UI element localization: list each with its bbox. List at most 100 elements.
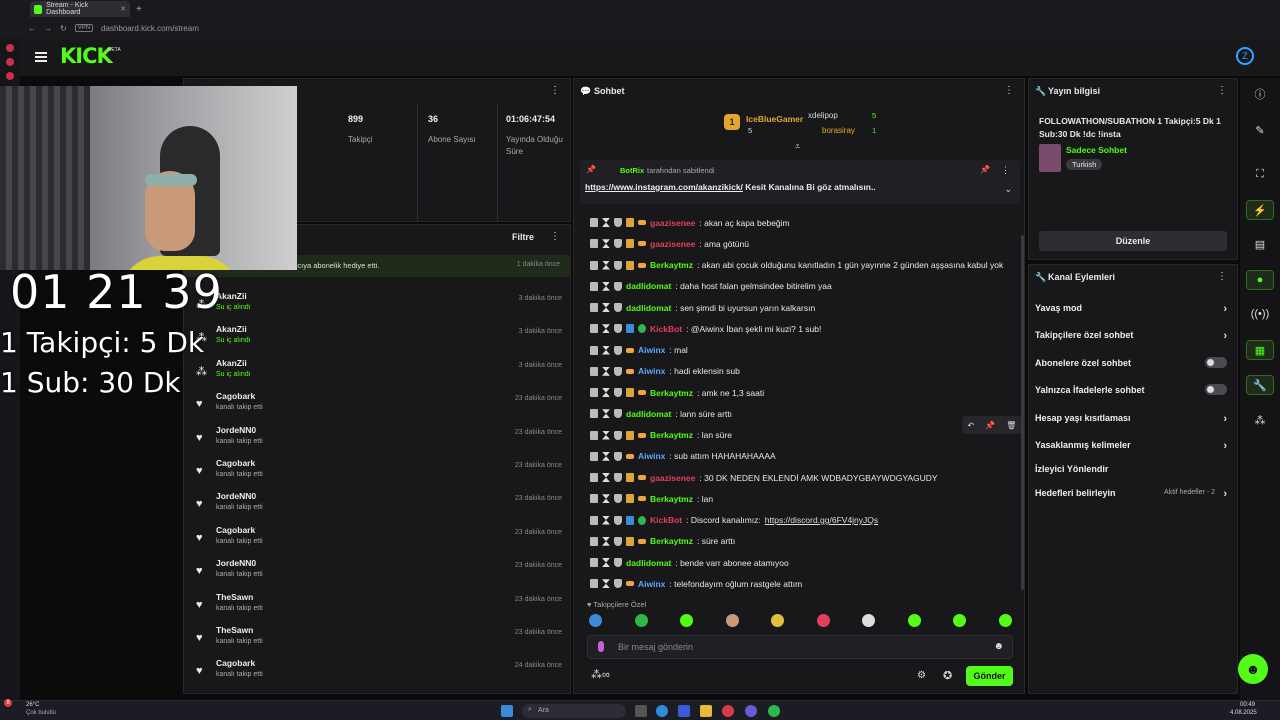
- store-icon[interactable]: [678, 705, 690, 717]
- channel-action-item[interactable]: İzleyici Yönlendir: [1035, 464, 1227, 474]
- chat-username[interactable]: Aiwinx: [638, 366, 665, 376]
- apps-icon[interactable]: ⁂: [1246, 410, 1274, 430]
- timeout-icon[interactable]: [602, 558, 610, 567]
- collapse-leaderboard-icon[interactable]: ⩡: [795, 141, 800, 152]
- activity-username[interactable]: Cagobark: [216, 391, 255, 401]
- new-tab-icon[interactable]: +: [136, 4, 142, 15]
- vpn-badge[interactable]: VPN: [74, 24, 94, 32]
- delete-icon[interactable]: [590, 218, 598, 227]
- timeout-icon[interactable]: [602, 473, 610, 482]
- chat-username[interactable]: gaazisenee: [650, 473, 695, 483]
- pinned-link[interactable]: https://www.instagram.com/akanzikick/: [585, 182, 743, 192]
- timeout-icon[interactable]: [602, 451, 610, 461]
- edge-icon[interactable]: [656, 705, 668, 717]
- chat-username[interactable]: Berkaytmz: [650, 388, 693, 398]
- channel-action-item[interactable]: Yalnızca İfadelerle sohbet: [1035, 384, 1227, 395]
- ban-icon[interactable]: [614, 366, 622, 376]
- fullscreen-icon[interactable]: ⛶: [1246, 164, 1274, 184]
- opera-icon[interactable]: [722, 705, 734, 717]
- toggle-switch[interactable]: [1205, 357, 1227, 368]
- menu-icon[interactable]: [35, 52, 47, 62]
- emoji-icon[interactable]: ☻: [993, 641, 1004, 652]
- timeout-icon[interactable]: [602, 579, 610, 589]
- delete-icon[interactable]: [590, 239, 598, 249]
- category-name[interactable]: Sadece Sohbet: [1066, 145, 1127, 155]
- channel-action-item[interactable]: Hedefleri belirleyin Aktif hedefler - 2 ›: [1035, 488, 1227, 500]
- reply-icon[interactable]: ↶: [968, 421, 975, 430]
- ban-icon[interactable]: [614, 218, 622, 227]
- timeout-icon[interactable]: [602, 430, 610, 440]
- browser-tab[interactable]: Stream - Kick Dashboard ✕: [30, 1, 130, 17]
- ban-icon[interactable]: [614, 536, 622, 546]
- delete-icon[interactable]: [590, 324, 598, 334]
- chevron-right-icon[interactable]: ›: [1223, 440, 1227, 452]
- taskbar-search[interactable]: ⌕ Ara: [522, 704, 626, 718]
- ban-icon[interactable]: [614, 281, 622, 291]
- delete-icon[interactable]: 🗑: [1006, 421, 1016, 430]
- chat-username[interactable]: dadlidomat: [626, 281, 671, 291]
- chat-username[interactable]: dadlidomat: [626, 409, 671, 419]
- chat-username[interactable]: Aiwinx: [638, 345, 665, 355]
- delete-icon[interactable]: [590, 260, 598, 270]
- send-button[interactable]: Gönder: [966, 666, 1013, 686]
- delete-icon[interactable]: [590, 579, 598, 589]
- channel-action-item[interactable]: Yasaklanmış kelimeler ›: [1035, 440, 1227, 452]
- chat-username[interactable]: KickBot: [650, 324, 682, 334]
- wrench-tool-icon[interactable]: 🔧: [1246, 375, 1274, 395]
- chat-username[interactable]: KickBot: [650, 515, 682, 525]
- delete-icon[interactable]: [590, 558, 598, 567]
- emote-icon[interactable]: [816, 614, 830, 627]
- edit-stream-button[interactable]: Düzenle: [1039, 231, 1227, 251]
- info-icon[interactable]: ⓘ: [1246, 84, 1274, 104]
- delete-icon[interactable]: [590, 494, 598, 504]
- leader-name[interactable]: borasiray: [822, 126, 855, 135]
- ban-icon[interactable]: [614, 345, 622, 355]
- pin-message-icon[interactable]: 📌: [985, 421, 995, 430]
- microphone-icon[interactable]: [598, 641, 604, 652]
- timeout-icon[interactable]: [602, 536, 610, 546]
- more-options-icon[interactable]: ⋮: [1217, 85, 1227, 96]
- delete-icon[interactable]: [590, 345, 598, 355]
- ban-icon[interactable]: [614, 515, 622, 525]
- support-chat-icon[interactable]: ☻: [1238, 654, 1268, 684]
- chat-bubble-icon[interactable]: ●: [1246, 270, 1274, 290]
- ban-icon[interactable]: [614, 451, 622, 461]
- chat-input[interactable]: Bir mesaj gönderin ☻: [587, 635, 1013, 659]
- delete-icon[interactable]: [590, 281, 598, 291]
- delete-icon[interactable]: [590, 409, 598, 419]
- delete-icon[interactable]: [590, 515, 598, 525]
- delete-icon[interactable]: [590, 473, 598, 482]
- chat-username[interactable]: Berkaytmz: [650, 430, 693, 440]
- activity-username[interactable]: TheSawn: [216, 592, 253, 602]
- ban-icon[interactable]: [614, 409, 622, 419]
- more-options-icon[interactable]: ⋮: [550, 85, 560, 96]
- ban-icon[interactable]: [614, 260, 622, 270]
- url-text[interactable]: dashboard.kick.com/stream: [101, 24, 199, 33]
- chat-username[interactable]: dadlidomat: [626, 558, 671, 568]
- back-icon[interactable]: ←: [28, 24, 36, 33]
- timeout-icon[interactable]: [602, 324, 610, 334]
- ban-icon[interactable]: [614, 494, 622, 504]
- activity-username[interactable]: JordeNN0: [216, 491, 256, 501]
- more-options-icon[interactable]: ⋮: [550, 231, 560, 242]
- delete-icon[interactable]: [590, 366, 598, 376]
- profile-avatar[interactable]: Z: [1236, 47, 1254, 65]
- task-view-icon[interactable]: [635, 705, 647, 717]
- leader-name[interactable]: IceBlueGamer: [746, 114, 803, 124]
- mod-tools-icon[interactable]: ✪: [943, 669, 952, 682]
- chat-username[interactable]: Aiwinx: [638, 579, 665, 589]
- emote-icon[interactable]: [907, 614, 921, 627]
- chevron-down-icon[interactable]: ⌄: [1004, 184, 1012, 195]
- ban-icon[interactable]: [614, 324, 622, 334]
- delete-icon[interactable]: [590, 303, 598, 312]
- emote-icon[interactable]: [589, 614, 602, 627]
- chevron-right-icon[interactable]: ›: [1223, 330, 1227, 342]
- activity-username[interactable]: JordeNN0: [216, 558, 256, 568]
- toggle-switch[interactable]: [1205, 384, 1227, 395]
- pinned-by-user[interactable]: BotRix: [620, 166, 644, 175]
- leader-name[interactable]: xdelipop: [808, 111, 838, 120]
- delete-icon[interactable]: [590, 451, 598, 461]
- emote-icon[interactable]: [771, 614, 784, 627]
- delete-icon[interactable]: [590, 536, 598, 546]
- unpin-icon[interactable]: 📌: [980, 165, 990, 174]
